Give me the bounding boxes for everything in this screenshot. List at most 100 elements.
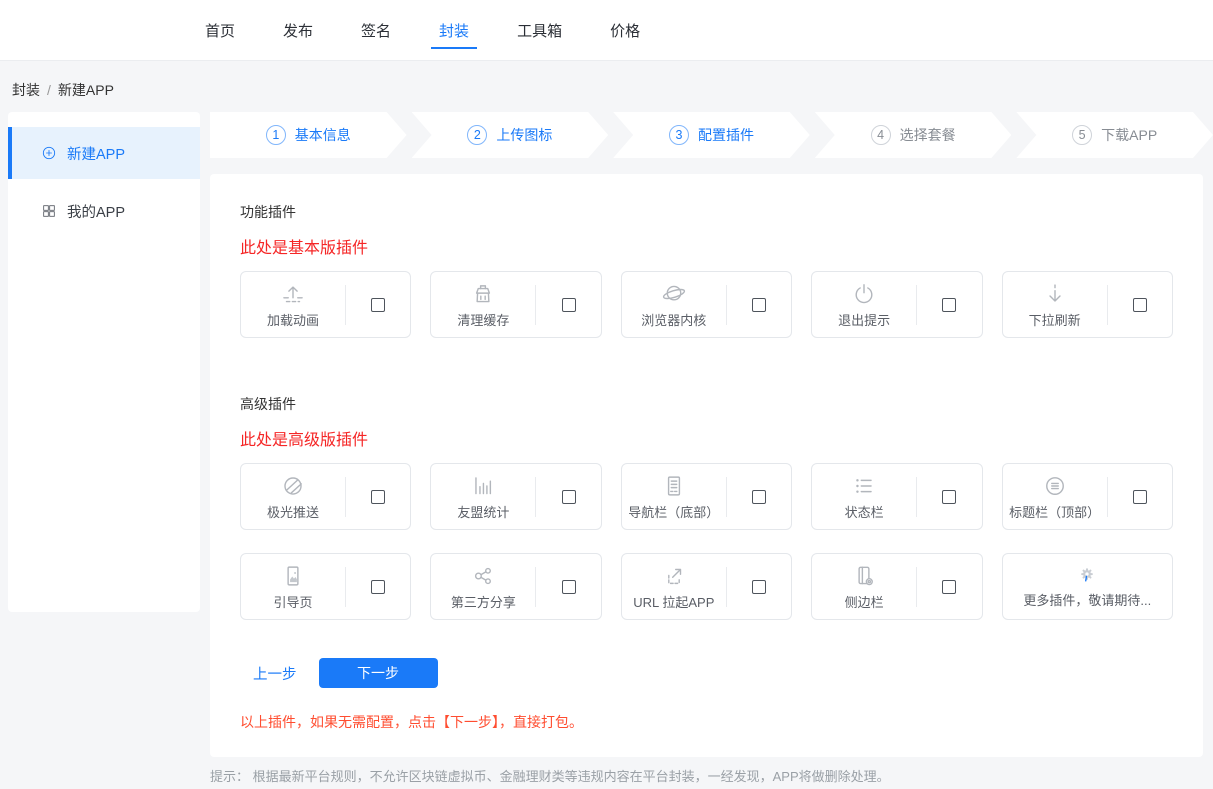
plugin-card[interactable]: 加载动画 (240, 271, 411, 338)
plugin-card[interactable]: 友盟统计 (430, 463, 601, 530)
plugin-checkbox[interactable] (942, 490, 956, 504)
prev-step-link[interactable]: 上一步 (253, 663, 297, 684)
plugin-card-left: 退出提示 (812, 281, 916, 329)
pack-hint-text: 以上插件，如果无需配置，点击【下一步】，直接打包。 (240, 712, 1173, 732)
plugin-checkbox[interactable] (942, 298, 956, 312)
plugin-sections: 功能插件此处是基本版插件加载动画清理缓存浏览器内核退出提示下拉刷新高级插件此处是… (240, 202, 1173, 620)
plugin-card[interactable]: 清理缓存 (430, 271, 601, 338)
plugin-checkbox[interactable] (371, 298, 385, 312)
stats-icon (470, 473, 496, 499)
plugin-card-left: 第三方分享 (431, 563, 535, 611)
plugin-label: 侧边栏 (845, 592, 884, 611)
plugin-check-area (727, 580, 791, 594)
breadcrumb-section[interactable]: 封装 (12, 82, 40, 98)
pull-refresh-icon (1042, 281, 1068, 307)
plugin-checkbox[interactable] (371, 580, 385, 594)
share-icon (470, 563, 496, 589)
wizard-stepper: 1基本信息2上传图标3配置插件 4 选择套餐 5下载APP (210, 112, 1213, 158)
nav-tab-3[interactable]: 签名 (361, 0, 391, 61)
plugin-check-area (727, 490, 791, 504)
browser-kernel-icon (661, 281, 687, 307)
plugin-card[interactable]: 浏览器内核 (621, 271, 792, 338)
plugin-label: 清理缓存 (457, 310, 509, 329)
sidebar-item-2[interactable]: 我的APP (8, 185, 200, 237)
sidebar: 新建APP 我的APP (8, 112, 200, 612)
step-5[interactable]: 5下载APP (1016, 112, 1213, 158)
step-label: 选择套餐 (900, 125, 956, 145)
url-launch-icon (661, 563, 687, 589)
plugin-check-area (536, 580, 600, 594)
wizard-actions: 上一步 下一步 (240, 658, 1173, 688)
plugin-label: 第三方分享 (451, 592, 516, 611)
plugin-label: URL 拉起APP (633, 592, 714, 611)
main-panel: 功能插件此处是基本版插件加载动画清理缓存浏览器内核退出提示下拉刷新高级插件此处是… (210, 174, 1203, 757)
nav-tab-6[interactable]: 价格 (610, 0, 640, 61)
plugin-grid: 极光推送 友盟统计导航栏（底部） 状态栏标题栏（顶部） 引导页 第三方分享 URL 拉起A… (240, 463, 1173, 620)
step-number: 1 (266, 125, 286, 145)
plugin-check-area (727, 298, 791, 312)
loading-animation-icon (280, 281, 306, 307)
plugin-card[interactable]: 导航栏（底部） (621, 463, 792, 530)
plugin-checkbox[interactable] (1133, 490, 1147, 504)
plugin-check-area (346, 298, 410, 312)
breadcrumb-separator: / (47, 82, 51, 98)
plugin-card-left: 侧边栏 (812, 563, 916, 611)
plugin-card-left: 浏览器内核 (622, 281, 726, 329)
nav-tab-2[interactable]: 发布 (283, 0, 313, 61)
section-title: 功能插件 (240, 202, 1173, 222)
plugin-card[interactable]: 第三方分享 (430, 553, 601, 620)
clear-cache-icon (470, 281, 496, 307)
plugin-check-area (1108, 298, 1172, 312)
plugin-checkbox[interactable] (562, 580, 576, 594)
plugin-check-area (536, 490, 600, 504)
navbar-bottom-icon (661, 473, 687, 499)
nav-tab-4[interactable]: 封装 (439, 0, 469, 61)
breadcrumb: 封装/新建APP (12, 80, 114, 100)
plugin-checkbox[interactable] (752, 298, 766, 312)
nav-tab-1[interactable]: 首页 (205, 0, 235, 61)
plugin-card[interactable]: 更多插件，敬请期待... (1002, 553, 1173, 620)
plugin-card[interactable]: 侧边栏 (811, 553, 982, 620)
plugin-label: 退出提示 (838, 310, 890, 329)
plugin-checkbox[interactable] (1133, 298, 1147, 312)
plugin-checkbox[interactable] (752, 490, 766, 504)
guide-page-icon (280, 563, 306, 589)
plugin-card[interactable]: 极光推送 (240, 463, 411, 530)
plugin-label: 标题栏（顶部） (1009, 502, 1100, 521)
sidebar-item-1[interactable]: 新建APP (8, 127, 200, 179)
plugin-checkbox[interactable] (562, 490, 576, 504)
plugin-card-left: 加载动画 (241, 281, 345, 329)
next-step-button[interactable]: 下一步 (319, 658, 438, 688)
step-4[interactable]: 4 选择套餐 (815, 112, 1012, 158)
push-icon (280, 473, 306, 499)
plugin-card[interactable]: 状态栏 (811, 463, 982, 530)
plugin-card-left: 极光推送 (241, 473, 345, 521)
step-3[interactable]: 3配置插件 (613, 112, 810, 158)
titlebar-top-icon (1042, 473, 1068, 499)
plugin-checkbox[interactable] (752, 580, 766, 594)
section-title: 高级插件 (240, 394, 1173, 414)
plugin-label: 引导页 (273, 592, 312, 611)
plugin-card[interactable]: 标题栏（顶部） (1002, 463, 1173, 530)
nav-tab-5[interactable]: 工具箱 (517, 0, 562, 61)
plugin-card[interactable]: 引导页 (240, 553, 411, 620)
plugin-checkbox[interactable] (942, 580, 956, 594)
section-note: 此处是基本版插件 (240, 234, 1173, 258)
plugin-check-area (917, 298, 981, 312)
plugin-card[interactable]: URL 拉起APP (621, 553, 792, 620)
plus-circle-icon (41, 145, 57, 161)
plugin-label: 加载动画 (267, 310, 319, 329)
step-2[interactable]: 2上传图标 (412, 112, 609, 158)
statusbar-icon (851, 473, 877, 499)
plugin-card[interactable]: 退出提示 (811, 271, 982, 338)
step-number: 4 (871, 125, 891, 145)
step-1[interactable]: 1基本信息 (210, 112, 407, 158)
plugin-card[interactable]: 下拉刷新 (1002, 271, 1173, 338)
plugin-checkbox[interactable] (371, 490, 385, 504)
step-label: 配置插件 (698, 125, 754, 145)
plugin-check-area (917, 580, 981, 594)
plugin-check-area (917, 490, 981, 504)
plugin-section-2: 高级插件此处是高级版插件极光推送友盟统计导航栏（底部）状态栏标题栏（顶部）引导页… (240, 394, 1173, 620)
step-number: 2 (467, 125, 487, 145)
plugin-checkbox[interactable] (562, 298, 576, 312)
